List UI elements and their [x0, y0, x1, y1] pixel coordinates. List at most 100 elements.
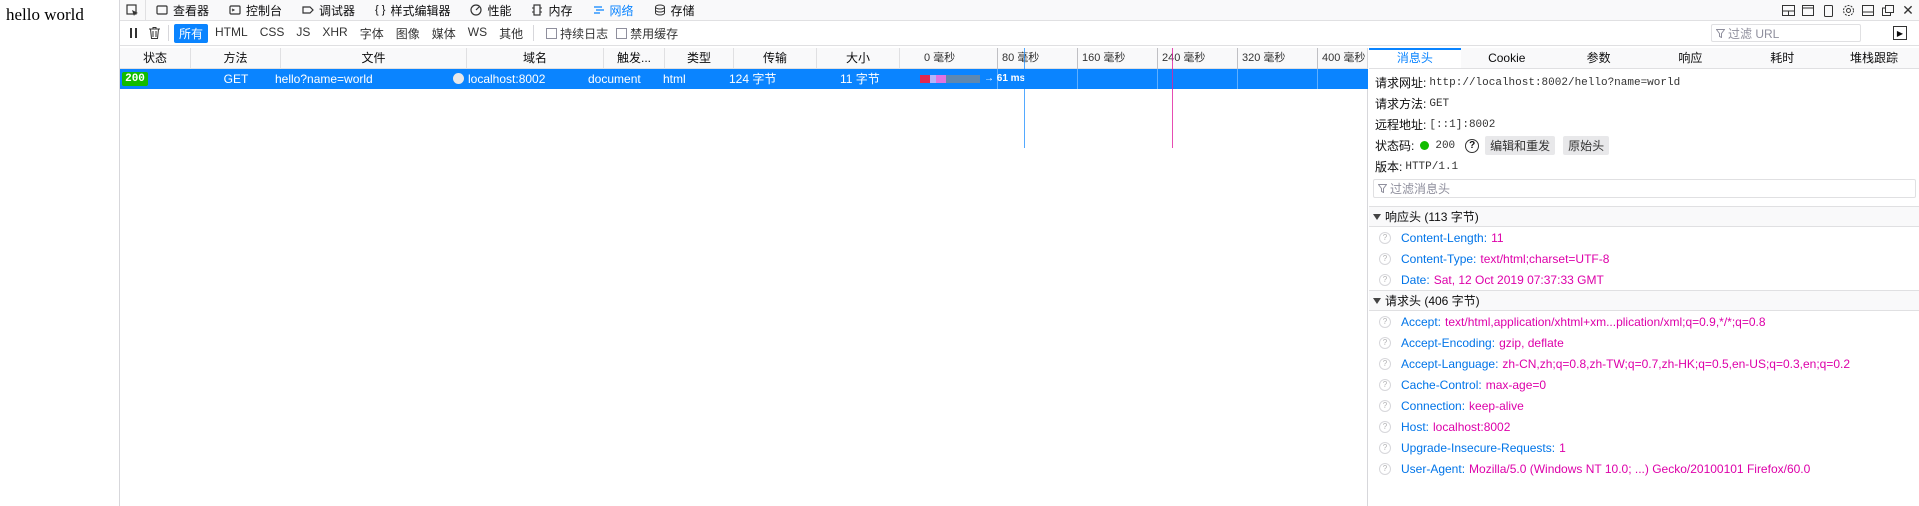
filter-button[interactable]: 图像 [391, 24, 425, 43]
close-icon[interactable]: ✕ [1901, 2, 1915, 18]
filter-button[interactable]: WS [463, 24, 492, 43]
responsive-icon[interactable] [1821, 4, 1835, 18]
split-console-icon[interactable] [1781, 4, 1795, 18]
request-file: hello?name=world [275, 72, 373, 86]
header-value: 1 [1559, 440, 1566, 455]
filter-button[interactable]: 其他 [494, 24, 528, 43]
col-transferred[interactable]: 传输 [734, 48, 817, 69]
devtools-panel: 查看器 控制台 调试器 { } 样式编辑器 性能 内存 网络 存储 ✕ 所有 H… [119, 0, 1919, 506]
request-transferred: 124 字节 [729, 72, 777, 86]
pause-icon [130, 28, 137, 38]
col-status[interactable]: 状态 [120, 48, 191, 69]
help-icon[interactable]: ? [1379, 462, 1391, 475]
header-name: Accept: [1401, 314, 1442, 329]
gear-icon[interactable] [1841, 4, 1855, 18]
help-icon[interactable]: ? [1379, 378, 1391, 391]
tab-params[interactable]: 参数 [1553, 48, 1645, 68]
element-picker-button[interactable] [120, 0, 146, 21]
status-badge: 200 [122, 72, 148, 86]
filter-buttons: 所有 HTML CSS JS XHR 字体 图像 媒体 WS 其他 [173, 23, 529, 43]
clear-button[interactable] [144, 23, 164, 43]
col-type[interactable]: 类型 [665, 48, 734, 69]
style-editor-icon: { } [375, 4, 386, 16]
disable-cache-label: 禁用缓存 [630, 26, 679, 41]
dock-bottom-icon[interactable] [1861, 4, 1875, 18]
tab-debugger[interactable]: 调试器 [292, 0, 365, 21]
help-icon[interactable]: ? [1379, 420, 1391, 433]
col-file[interactable]: 文件 [281, 48, 467, 69]
help-icon[interactable]: ? [1379, 231, 1391, 244]
summary-value: [::1]:8002 [1429, 118, 1496, 131]
help-icon[interactable]: ? [1379, 441, 1391, 454]
filter-button[interactable]: 所有 [174, 23, 209, 43]
filter-button[interactable]: XHR [317, 24, 352, 43]
header-name: Accept-Encoding: [1401, 335, 1496, 350]
header-row[interactable]: ? Date: Sat, 12 Oct 2019 07:37:33 GMT [1369, 269, 1919, 290]
help-icon[interactable]: ? [1379, 315, 1391, 328]
header-row[interactable]: ? Host: localhost:8002 [1369, 416, 1919, 437]
help-icon[interactable]: ? [1379, 357, 1391, 370]
summary-label: 版本: [1375, 160, 1403, 174]
request-headers-section[interactable]: 请求头 (406 字节) [1369, 290, 1919, 311]
filter-button[interactable]: 字体 [355, 24, 389, 43]
request-row[interactable]: 200 GET hello?name=world localhost:8002 … [120, 69, 1368, 89]
raw-headers-button[interactable]: 原始头 [1563, 136, 1610, 155]
header-row[interactable]: ? Content-Type: text/html;charset=UTF-8 [1369, 248, 1919, 269]
header-name: Content-Length: [1401, 230, 1488, 245]
network-icon [593, 6, 604, 14]
section-title: 请求头 (406 字节) [1385, 294, 1480, 308]
tab-headers[interactable]: 消息头 [1369, 48, 1461, 68]
filter-button[interactable]: CSS [255, 24, 290, 43]
filter-button[interactable]: 媒体 [427, 24, 461, 43]
tab-storage[interactable]: 存储 [644, 0, 705, 21]
header-row[interactable]: ? Upgrade-Insecure-Requests: 1 [1369, 437, 1919, 458]
tab-stack-trace[interactable]: 堆栈跟踪 [1828, 48, 1919, 68]
summary-value: GET [1429, 97, 1450, 110]
col-size[interactable]: 大小 [817, 48, 900, 69]
persist-logs-label: 持续日志 [560, 26, 609, 41]
tab-network[interactable]: 网络 [583, 0, 644, 21]
filter-button[interactable]: HTML [210, 24, 253, 43]
tab-style-editor[interactable]: { } 样式编辑器 [365, 0, 460, 21]
tab-label: 内存 [548, 3, 573, 18]
checkbox-box[interactable] [546, 27, 558, 39]
tab-timings[interactable]: 耗时 [1736, 48, 1828, 68]
header-row[interactable]: ? Accept-Encoding: gzip, deflate [1369, 332, 1919, 353]
pause-button[interactable] [124, 23, 144, 43]
waterfall-wait [946, 75, 980, 83]
dock-icon[interactable] [1801, 4, 1815, 18]
help-icon[interactable]: ? [1379, 336, 1391, 349]
col-domain[interactable]: 域名 [467, 48, 604, 69]
header-row[interactable]: ? Accept-Language: zh-CN,zh;q=0.8,zh-TW;q=… [1369, 353, 1919, 374]
toolbar-divider [533, 25, 535, 41]
checkbox-box[interactable] [616, 27, 628, 39]
tab-inspector[interactable]: 查看器 [146, 0, 219, 21]
edit-resend-button[interactable]: 编辑和重发 [1485, 136, 1556, 155]
tab-response[interactable]: 响应 [1644, 48, 1736, 68]
toggle-details-button[interactable]: ▶ [1893, 26, 1907, 40]
url-filter-input[interactable]: 过滤 URL [1711, 24, 1861, 42]
help-icon[interactable]: ? [1379, 273, 1391, 286]
header-row[interactable]: ? Content-Length: 11 [1369, 227, 1919, 248]
tab-console[interactable]: 控制台 [219, 0, 292, 21]
help-icon[interactable]: ? [1379, 399, 1391, 412]
disable-cache-checkbox[interactable]: 禁用缓存 [616, 25, 678, 42]
header-row[interactable]: ? User-Agent: Mozilla/5.0 (Windows NT 10.0… [1369, 458, 1919, 479]
header-row[interactable]: ? Cache-Control: max-age=0 [1369, 374, 1919, 395]
help-icon[interactable]: ? [1379, 252, 1391, 265]
header-row[interactable]: ? Connection: keep-alive [1369, 395, 1919, 416]
col-method[interactable]: 方法 [191, 48, 281, 69]
separate-window-icon[interactable] [1881, 4, 1895, 18]
filter-button[interactable]: JS [291, 24, 315, 43]
tab-memory[interactable]: 内存 [521, 0, 582, 21]
header-name: Cache-Control: [1401, 377, 1482, 392]
persist-logs-checkbox[interactable]: 持续日志 [546, 25, 608, 42]
help-icon[interactable]: ? [1465, 138, 1480, 153]
response-headers-section[interactable]: 响应头 (113 字节) [1369, 206, 1919, 227]
col-cause[interactable]: 触发... [604, 48, 665, 69]
header-row[interactable]: ? Accept: text/html,application/xhtml+xm..… [1369, 311, 1919, 332]
headers-filter-input[interactable]: 过滤消息头 [1373, 179, 1916, 198]
page-text: hello world [6, 5, 84, 24]
tab-performance[interactable]: 性能 [460, 0, 521, 21]
tab-cookies[interactable]: Cookie [1461, 48, 1553, 68]
